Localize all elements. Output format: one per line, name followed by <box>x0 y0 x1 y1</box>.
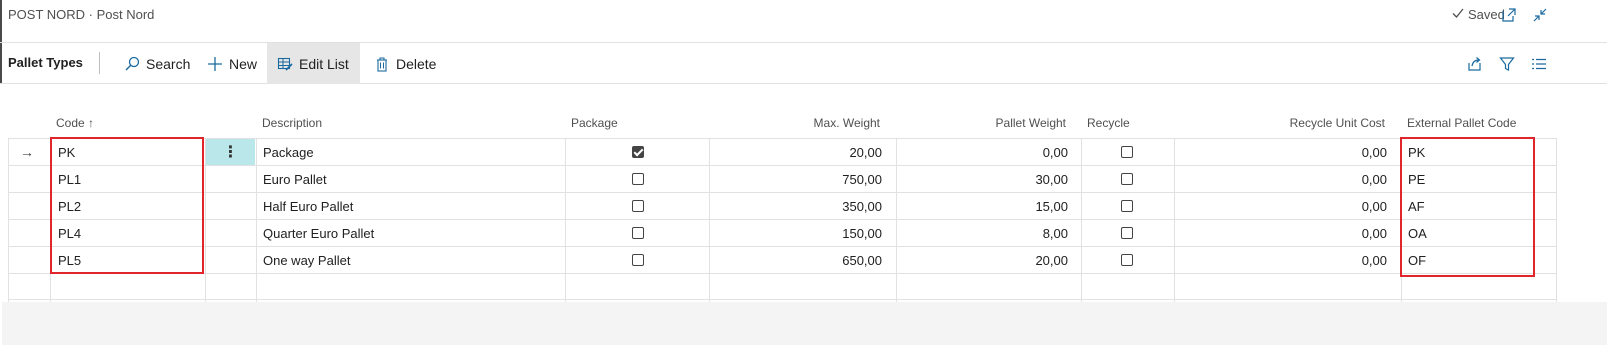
highlight-box-code-column <box>50 137 204 274</box>
cell-recycle-unit-cost[interactable]: 0,00 <box>1285 199 1387 214</box>
recycle-checkbox[interactable] <box>1121 173 1133 185</box>
delete-button[interactable]: Delete <box>364 43 446 84</box>
cell-max-weight[interactable]: 650,00 <box>780 253 882 268</box>
cell-description[interactable]: Package <box>263 145 314 160</box>
cell-pallet-weight[interactable]: 15,00 <box>966 199 1068 214</box>
search-button[interactable]: Search <box>114 43 200 84</box>
cell-pallet-weight[interactable]: 20,00 <box>966 253 1068 268</box>
cell-max-weight[interactable]: 150,00 <box>780 226 882 241</box>
column-header-external-pallet-code[interactable]: External Pallet Code <box>1407 116 1516 130</box>
cell-description[interactable]: One way Pallet <box>263 253 350 268</box>
column-header-package[interactable]: Package <box>571 116 618 130</box>
column-divider <box>896 138 897 302</box>
edit-list-icon <box>277 56 293 72</box>
new-button[interactable]: New <box>197 43 267 84</box>
grid-empty-area <box>2 302 1607 345</box>
row-actions-menu-icon[interactable]: ⋮ <box>206 139 255 165</box>
search-label: Search <box>146 55 191 72</box>
checkmark-icon <box>1452 7 1464 22</box>
cell-description[interactable]: Half Euro Pallet <box>263 199 353 214</box>
open-in-new-window-icon[interactable] <box>1500 6 1518 24</box>
cell-max-weight[interactable]: 20,00 <box>780 145 882 160</box>
column-header-code[interactable]: Code ↑ <box>56 116 94 130</box>
cell-description[interactable]: Quarter Euro Pallet <box>263 226 374 241</box>
cell-max-weight[interactable]: 350,00 <box>780 199 882 214</box>
column-header-description[interactable]: Description <box>262 116 322 130</box>
column-divider <box>256 138 257 302</box>
trash-icon <box>374 56 390 72</box>
current-row-arrow-icon: → <box>20 144 34 160</box>
highlight-box-external-code-column <box>1400 137 1535 277</box>
share-icon[interactable] <box>1466 55 1484 73</box>
filter-icon[interactable] <box>1498 55 1516 73</box>
column-header-pallet-weight[interactable]: Pallet Weight <box>966 116 1066 130</box>
cell-pallet-weight[interactable]: 8,00 <box>966 226 1068 241</box>
new-empty-row[interactable] <box>8 273 1557 300</box>
recycle-checkbox[interactable] <box>1121 227 1133 239</box>
delete-label: Delete <box>396 55 437 72</box>
plus-icon <box>207 56 223 72</box>
column-divider <box>8 138 9 302</box>
saved-status: Saved <box>1452 7 1505 22</box>
page-title: Pallet Types <box>8 55 83 70</box>
cell-recycle-unit-cost[interactable]: 0,00 <box>1285 253 1387 268</box>
recycle-checkbox[interactable] <box>1121 200 1133 212</box>
window-title: POST NORD · Post Nord <box>8 7 155 22</box>
cell-pallet-weight[interactable]: 30,00 <box>966 172 1068 187</box>
edit-list-label: Edit List <box>299 55 349 72</box>
column-header-recycle[interactable]: Recycle <box>1087 116 1130 130</box>
cell-pallet-weight[interactable]: 0,00 <box>966 145 1068 160</box>
action-bar: Pallet Types Search New Edit List Delete <box>0 42 1607 84</box>
package-checkbox[interactable] <box>632 200 644 212</box>
cell-recycle-unit-cost[interactable]: 0,00 <box>1285 172 1387 187</box>
cell-description[interactable]: Euro Pallet <box>263 172 327 187</box>
column-divider <box>1081 138 1082 302</box>
new-label: New <box>229 55 258 72</box>
column-divider <box>709 138 710 302</box>
divider <box>99 52 100 74</box>
cell-max-weight[interactable]: 750,00 <box>780 172 882 187</box>
search-icon <box>124 56 140 72</box>
package-checkbox[interactable] <box>632 227 644 239</box>
cell-recycle-unit-cost[interactable]: 0,00 <box>1285 145 1387 160</box>
package-checkbox[interactable] <box>632 146 644 158</box>
package-checkbox[interactable] <box>632 173 644 185</box>
column-header-recycle-unit-cost[interactable]: Recycle Unit Cost <box>1235 116 1385 130</box>
column-header-max-weight[interactable]: Max. Weight <box>780 116 880 130</box>
collapse-icon[interactable] <box>1531 6 1549 24</box>
column-divider <box>1174 138 1175 302</box>
edit-list-button[interactable]: Edit List <box>267 43 360 84</box>
cell-recycle-unit-cost[interactable]: 0,00 <box>1285 226 1387 241</box>
title-bar: POST NORD · Post Nord Saved <box>0 0 1607 42</box>
recycle-checkbox[interactable] <box>1121 254 1133 266</box>
column-divider <box>1556 138 1557 302</box>
list-view-icon[interactable] <box>1530 55 1548 73</box>
sort-ascending-icon: ↑ <box>88 116 95 130</box>
package-checkbox[interactable] <box>632 254 644 266</box>
recycle-checkbox[interactable] <box>1121 146 1133 158</box>
column-divider <box>565 138 566 302</box>
